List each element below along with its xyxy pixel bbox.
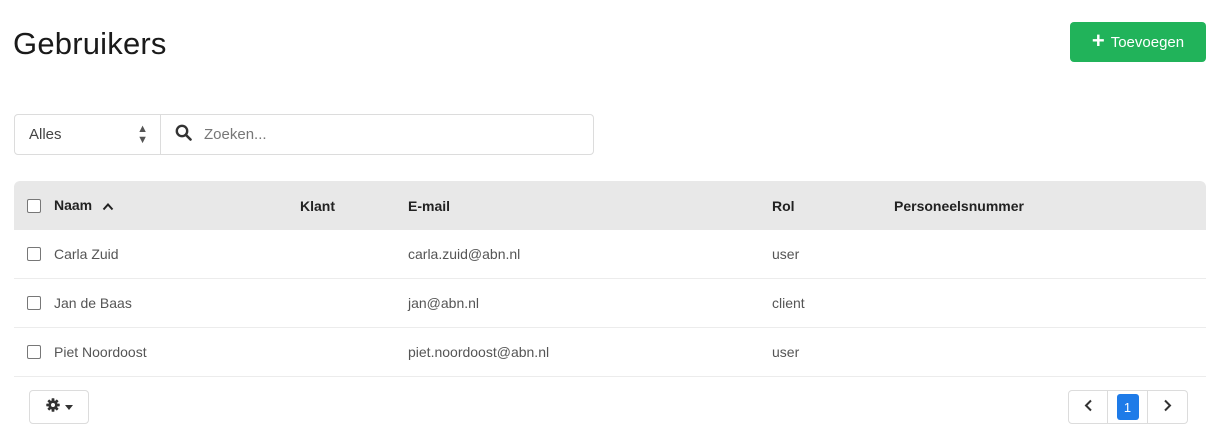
table-row[interactable]: Piet Noordoost piet.noordoost@abn.nl use… [14, 328, 1206, 377]
row-checkbox[interactable] [27, 345, 41, 359]
page-title: Gebruikers [13, 26, 167, 61]
search-icon [175, 124, 192, 146]
select-all-cell [14, 198, 54, 213]
cell-naam: Piet Noordoost [54, 344, 147, 360]
cell-naam: Carla Zuid [54, 246, 119, 262]
select-all-checkbox[interactable] [27, 198, 41, 213]
users-page: Gebruikers + Toevoegen Alles ▲▼ Naam [0, 0, 1206, 438]
search-box[interactable] [161, 115, 593, 154]
pagination: 1 [1068, 390, 1188, 424]
current-page-number: 1 [1116, 394, 1139, 420]
column-header-naam-label: Naam [54, 196, 93, 213]
gear-icon [45, 397, 60, 417]
add-button-label: Toevoegen [1110, 33, 1185, 51]
cell-naam: Jan de Baas [54, 295, 132, 311]
row-select-cell [14, 345, 54, 359]
table-row[interactable]: Carla Zuid carla.zuid@abn.nl user [14, 230, 1206, 279]
column-header-naam[interactable]: Naam [54, 197, 300, 214]
page-button-current[interactable]: 1 [1108, 390, 1148, 424]
row-select-cell [14, 296, 54, 310]
filter-select[interactable]: Alles ▲ ▼ [15, 115, 161, 154]
column-header-personeelsnummer[interactable]: Personeelsnummer [894, 198, 1206, 214]
cell-email: carla.zuid@abn.nl [408, 246, 521, 262]
row-select-cell [14, 247, 54, 261]
add-user-button[interactable]: + Toevoegen [1070, 22, 1206, 62]
filter-bar: Alles ▲ ▼ [14, 114, 594, 155]
prev-page-button[interactable] [1068, 390, 1108, 424]
plus-icon: + [1091, 28, 1105, 53]
filter-select-value: Alles [29, 126, 62, 143]
search-input[interactable] [204, 126, 564, 143]
column-header-rol[interactable]: Rol [772, 198, 894, 214]
sort-arrows-icon: ▲ ▼ [137, 122, 148, 146]
row-checkbox[interactable] [27, 296, 41, 310]
cell-email: jan@abn.nl [408, 295, 480, 311]
cell-rol: client [772, 295, 805, 311]
table-row[interactable]: Jan de Baas jan@abn.nl client [14, 279, 1206, 328]
users-table: Naam Klant E-mail Rol Personeelsnummer C… [14, 181, 1206, 377]
chevron-left-icon [1084, 399, 1093, 415]
table-header: Naam Klant E-mail Rol Personeelsnummer [14, 181, 1206, 230]
column-header-klant[interactable]: Klant [300, 198, 408, 214]
cell-rol: user [772, 344, 800, 360]
next-page-button[interactable] [1148, 390, 1188, 424]
caret-down-icon [64, 404, 73, 410]
settings-dropdown-button[interactable] [29, 390, 89, 424]
cell-rol: user [772, 246, 800, 262]
chevron-right-icon [1163, 399, 1172, 415]
row-checkbox[interactable] [27, 247, 41, 261]
column-header-email[interactable]: E-mail [408, 198, 772, 214]
cell-email: piet.noordoost@abn.nl [408, 344, 550, 360]
chevron-up-icon [102, 198, 114, 214]
table-footer: 1 [0, 376, 1206, 438]
